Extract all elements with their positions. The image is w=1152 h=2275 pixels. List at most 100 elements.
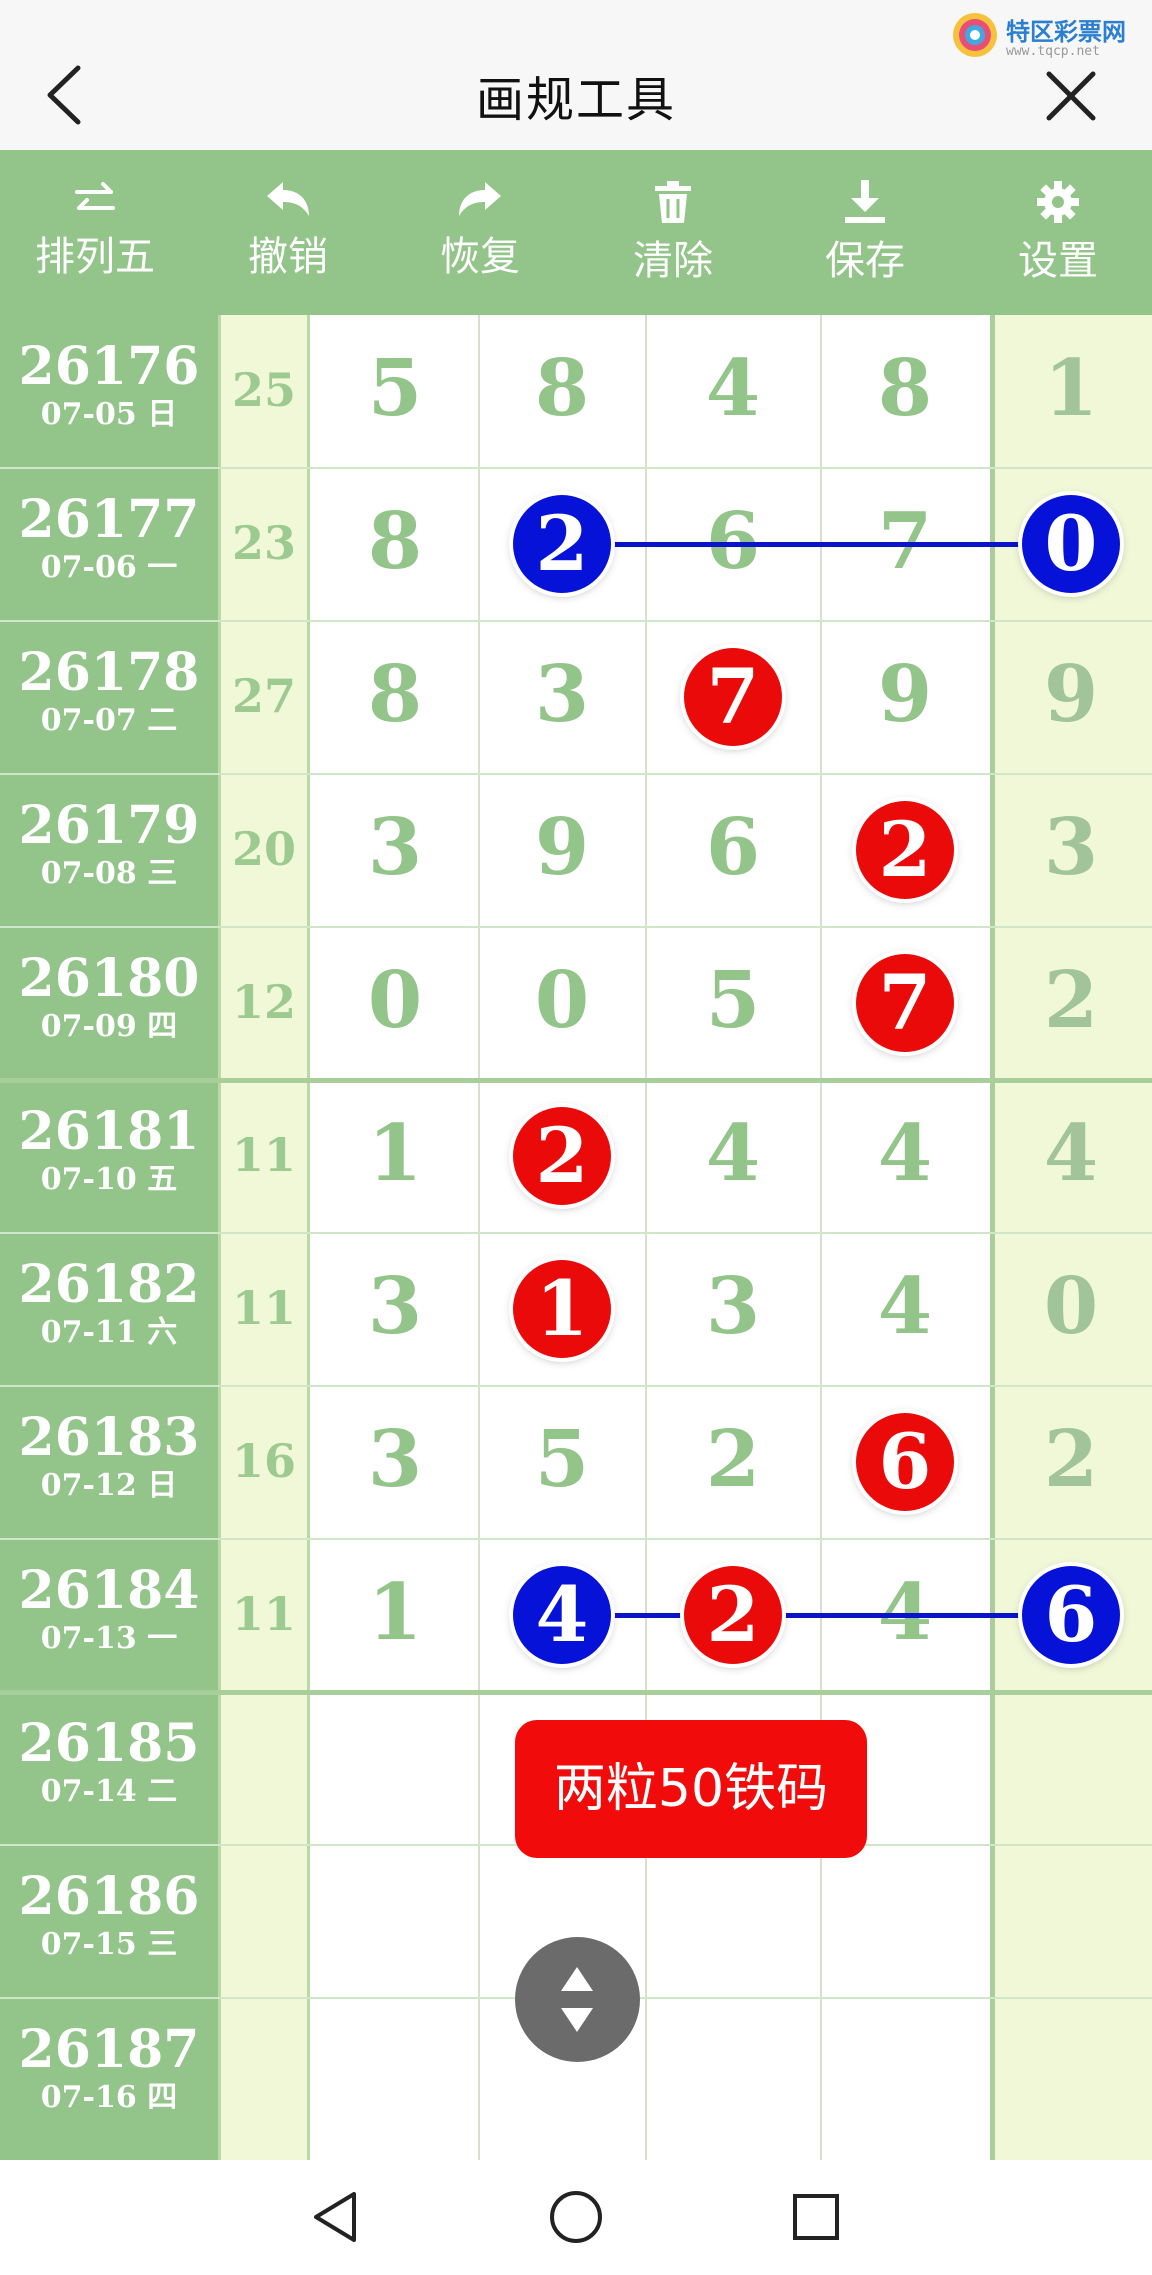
scroll-toggle-button[interactable] (515, 1937, 640, 2062)
site-watermark: 特区彩票网 www.tqcp.net (950, 10, 1145, 65)
issue-label: 26183 07-12 日 (0, 1408, 218, 1504)
digit-cell[interactable]: 3 (673, 1261, 793, 1352)
blue-marked-ball[interactable]: 2 (513, 495, 611, 593)
blue-marked-ball[interactable]: 0 (1022, 495, 1120, 593)
nav-back-button[interactable] (296, 2180, 376, 2255)
digit-cell[interactable]: 4 (1011, 1108, 1131, 1199)
digit-cell[interactable]: 5 (335, 343, 455, 434)
issue-date: 07-14 二 (40, 1774, 178, 1809)
red-marked-ball[interactable]: 1 (513, 1260, 611, 1358)
digit-cell[interactable]: 8 (335, 496, 455, 587)
blue-marked-ball[interactable]: 4 (513, 1566, 611, 1664)
column-divider (478, 315, 480, 2160)
trash-icon (655, 181, 691, 223)
settings-button[interactable]: 设置 (993, 180, 1123, 300)
digit-cell[interactable]: 6 (673, 802, 793, 893)
undo-button[interactable]: 撤销 (223, 180, 353, 300)
tool-label: 保存 (825, 238, 905, 284)
digit-cell[interactable]: 0 (1011, 1261, 1131, 1352)
home-circle-icon (550, 2191, 602, 2243)
app-header: 画规工具 特区彩票网 www.tqcp.net (0, 0, 1152, 150)
digit-cell[interactable]: 4 (845, 1261, 965, 1352)
save-button[interactable]: 保存 (800, 180, 930, 300)
digit-cell[interactable]: 3 (502, 649, 622, 740)
watermark-url: www.tqcp.net (1006, 44, 1100, 59)
sum-value: 11 (231, 1128, 296, 1182)
digit-cell[interactable]: 9 (1011, 649, 1131, 740)
issue-date: 07-16 四 (40, 2080, 178, 2115)
drawing-grid[interactable]: 2617607-05 日25584812617707-06 一238267026… (0, 315, 1152, 2160)
digit-cell[interactable]: 4 (673, 343, 793, 434)
recents-square-icon (793, 2194, 839, 2240)
digit-cell[interactable]: 5 (673, 955, 793, 1046)
column-divider (820, 315, 822, 2160)
annotation-label-button[interactable]: 两粒50铁码 (515, 1720, 867, 1858)
issue-number: 26177 (18, 489, 200, 550)
digit-cell[interactable]: 0 (502, 955, 622, 1046)
sum-value: 12 (231, 975, 296, 1029)
clear-button[interactable]: 清除 (608, 180, 738, 300)
issue-label: 26184 07-13 一 (0, 1561, 218, 1657)
digit-cell[interactable]: 9 (845, 649, 965, 740)
digit-cell[interactable]: 3 (335, 1261, 455, 1352)
issue-label: 26180 07-09 四 (0, 949, 218, 1045)
issue-label: 26177 07-06 一 (0, 490, 218, 586)
digit-cell[interactable]: 4 (845, 1108, 965, 1199)
row-divider (0, 1078, 1152, 1083)
red-marked-ball[interactable]: 7 (856, 954, 954, 1052)
digit-cell[interactable]: 9 (502, 802, 622, 893)
system-nav-bar (0, 2160, 1152, 2275)
row-divider (0, 773, 1152, 775)
digit-cell[interactable]: 1 (335, 1108, 455, 1199)
digit-cell[interactable]: 3 (335, 802, 455, 893)
redo-button[interactable]: 恢复 (415, 180, 545, 300)
row-divider (0, 1538, 1152, 1540)
red-marked-ball[interactable]: 2 (513, 1107, 611, 1205)
sum-column (218, 315, 310, 2160)
tool-label: 排列五 (35, 234, 155, 280)
issue-number: 26179 (18, 795, 200, 856)
blue-marked-ball[interactable]: 6 (1022, 1566, 1120, 1664)
issue-number: 26176 (18, 336, 200, 397)
digit-cell[interactable]: 8 (845, 343, 965, 434)
digit-cell[interactable]: 2 (673, 1414, 793, 1505)
red-marked-ball[interactable]: 6 (856, 1413, 954, 1511)
nav-recents-button[interactable] (776, 2180, 856, 2255)
issue-label: 26182 07-11 六 (0, 1255, 218, 1351)
red-marked-ball[interactable]: 7 (684, 648, 782, 746)
digit-cell[interactable]: 8 (502, 343, 622, 434)
digit-cell[interactable]: 3 (335, 1414, 455, 1505)
digit-cell[interactable]: 8 (335, 649, 455, 740)
redo-icon (459, 182, 501, 216)
digit-cell[interactable]: 4 (673, 1108, 793, 1199)
gear-icon (1037, 181, 1079, 223)
up-down-arrows-icon (561, 1967, 593, 2032)
digit-cell[interactable]: 1 (1011, 343, 1131, 434)
red-marked-ball[interactable]: 2 (684, 1566, 782, 1664)
red-marked-ball[interactable]: 2 (856, 801, 954, 899)
issue-date: 07-10 五 (40, 1162, 178, 1197)
digit-cell[interactable]: 3 (1011, 802, 1131, 893)
issue-number: 26187 (18, 2019, 200, 2080)
back-triangle-icon (314, 2192, 356, 2242)
close-button[interactable] (1045, 70, 1097, 122)
digit-cell[interactable]: 2 (1011, 955, 1131, 1046)
digit-cell[interactable]: 0 (335, 955, 455, 1046)
toolbar: 排列五 撤销 恢复 清除 保存 设置 (0, 150, 1152, 315)
digit-cell[interactable]: 5 (502, 1414, 622, 1505)
issue-label: 26186 07-15 三 (0, 1867, 218, 1963)
watermark-text: 特区彩票网 (1006, 18, 1126, 46)
row-divider (0, 620, 1152, 622)
issue-number: 26180 (18, 948, 200, 1009)
digit-cell[interactable]: 2 (1011, 1414, 1131, 1505)
issue-date: 07-11 六 (40, 1315, 178, 1350)
lottery-type-button[interactable]: 排列五 (30, 180, 160, 300)
issue-date: 07-07 二 (40, 703, 178, 738)
digit-cell[interactable]: 1 (335, 1567, 455, 1658)
sum-value: 16 (231, 1434, 296, 1488)
issue-number: 26186 (18, 1866, 200, 1927)
nav-home-button[interactable] (536, 2180, 616, 2255)
issue-date: 07-13 一 (40, 1621, 178, 1656)
issue-number: 26185 (18, 1713, 200, 1774)
connector-line (562, 542, 1071, 547)
